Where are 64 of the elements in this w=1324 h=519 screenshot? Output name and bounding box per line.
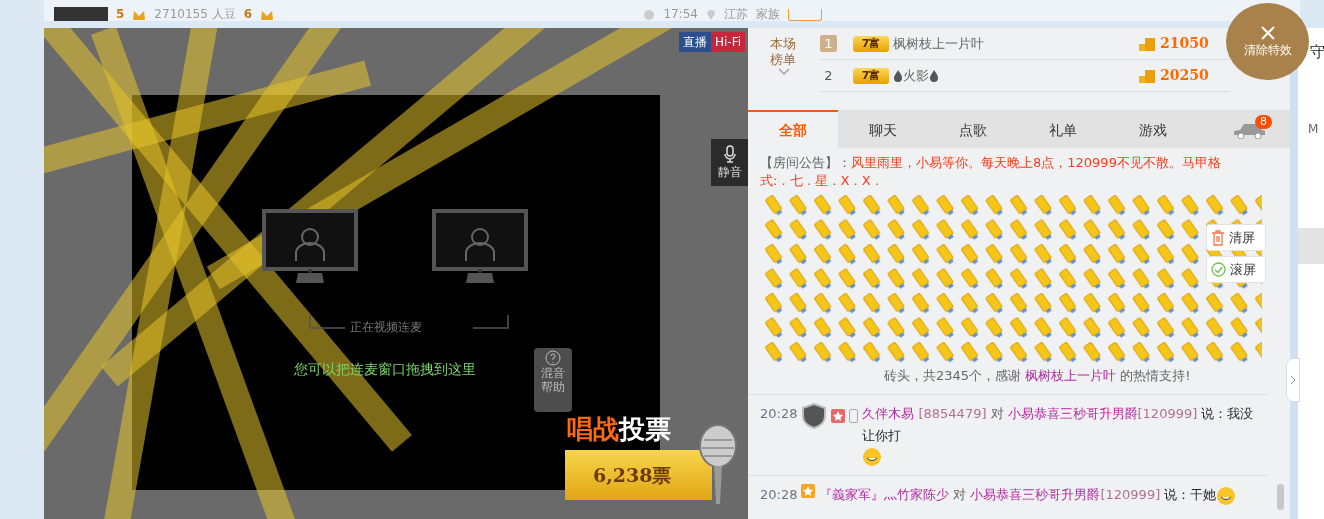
photo-placeholder	[54, 7, 108, 21]
star-badge-icon	[831, 408, 846, 423]
count-badge: 8	[1255, 115, 1272, 130]
smiley-icon	[862, 446, 883, 467]
level-badge: 7富	[853, 35, 889, 52]
rank-number: 1	[820, 35, 837, 52]
score-text: 20250	[1160, 66, 1210, 85]
chat-message: 『義家军』灬竹家陈少 对 小易恭喜三秒哥升男爵[120999] 说：干她	[819, 485, 1217, 504]
trash-icon	[1211, 229, 1225, 246]
crown-icon	[132, 9, 147, 21]
quality-badge: Hi-Fi	[710, 32, 745, 52]
phone-icon	[849, 408, 859, 423]
tab[interactable]: 游戏	[1108, 110, 1198, 148]
mute-button[interactable]: 静音	[711, 139, 748, 186]
panel-band	[1298, 228, 1324, 264]
time-text: 17:54	[663, 7, 698, 21]
tag-icon	[788, 9, 822, 21]
score-text: 21050	[1160, 34, 1210, 53]
help-icon	[545, 350, 561, 366]
family-label: 家族	[756, 7, 780, 21]
bean-count: 2710155 人豆	[154, 7, 236, 21]
close-icon	[1259, 24, 1276, 41]
panel-title: 守	[1310, 42, 1324, 63]
link-status-text: 正在视频连麦	[350, 319, 422, 336]
monitor-user-icon	[262, 209, 358, 284]
mix-help-button[interactable]: 混音帮助	[534, 348, 572, 412]
clear-screen-button[interactable]: 清屏	[1206, 224, 1266, 251]
coin-stack-icon	[1138, 35, 1156, 52]
announcement-text: 【房间公告】：风里雨里，小易等你。每天晚上8点，120999不见不散。马甲格式: . 七 . 星 . X . X .	[759, 154, 1222, 190]
vote-title-text: 投票	[619, 414, 671, 444]
monitor-user-icon	[432, 209, 528, 284]
microphone-icon	[723, 144, 736, 163]
chat-message: 久伴木易 [8854479] 对 小易恭喜三秒哥升男爵[120999] 说：我没让你打	[862, 404, 1255, 445]
message-time: 20:28	[760, 404, 798, 423]
ranking-label: 本场榜单	[770, 36, 797, 68]
chevron-down-icon	[778, 68, 790, 75]
smiley-icon	[1216, 485, 1237, 506]
scroll-screen-button[interactable]: 滚屏	[1206, 256, 1266, 283]
collapse-handle[interactable]	[1286, 358, 1300, 402]
microphone-icon	[696, 424, 740, 506]
tab[interactable]: 聊天	[838, 110, 928, 148]
live-badge: 直播	[678, 32, 711, 52]
clock-icon	[643, 9, 656, 21]
coin-stack-icon	[1138, 67, 1156, 84]
level-number: 6	[243, 7, 252, 21]
drag-hint-text: 您可以把连麦窗口拖拽到这里	[294, 360, 476, 379]
star-badge-icon	[801, 483, 816, 498]
level-number: 5	[116, 7, 125, 21]
user-initial: M	[1308, 121, 1319, 138]
vote-title-text: 唱战	[567, 414, 619, 444]
vote-count-button[interactable]: 6,238票	[565, 450, 712, 500]
tab[interactable]: 礼单	[1018, 110, 1108, 148]
scrollbar-thumb	[1277, 484, 1284, 510]
location-text: 江苏	[724, 7, 748, 21]
location-pin-icon	[706, 9, 716, 21]
tab[interactable]: 点歌	[928, 110, 1018, 148]
crown-icon	[260, 9, 274, 21]
user-name: 枫树枝上一片叶	[893, 34, 984, 53]
user-name: 火影	[903, 66, 929, 85]
chevron-right-icon	[1290, 375, 1296, 385]
message-time: 20:28	[760, 485, 798, 504]
gift-notice-text: 砖头，共2345个，感谢 枫树枝上一片叶 的热情支持!	[883, 368, 1191, 383]
rank-number: 2	[823, 67, 834, 84]
level-badge: 7富	[853, 67, 889, 84]
